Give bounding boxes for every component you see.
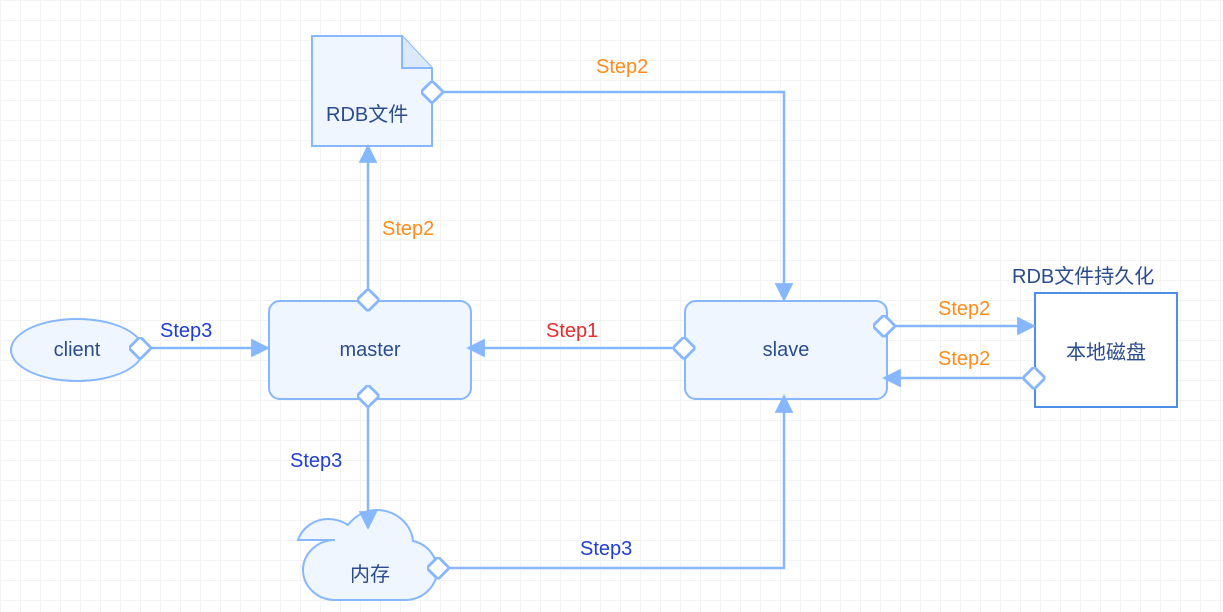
node-rdb-file-label: RDB文件	[326, 98, 408, 127]
edge-label-memory-slave: Step3	[580, 538, 632, 561]
edge-label-step1: Step1	[546, 320, 598, 343]
diagram-canvas: client master slave 本地磁盘 RDB文件持久化	[0, 0, 1223, 612]
edge-label-disk-slave: Step2	[938, 348, 990, 371]
edge-label-master-rdb: Step2	[382, 218, 434, 241]
edge-label-client-master: Step3	[160, 320, 212, 343]
edge-label-slave-disk: Step2	[938, 298, 990, 321]
node-slave: slave	[684, 300, 888, 400]
edge-label-master-memory: Step3	[290, 450, 342, 473]
node-master: master	[268, 300, 472, 400]
edge-label-rdb-slave: Step2	[596, 56, 648, 79]
title-rdb-persist: RDB文件持久化	[1012, 260, 1154, 289]
node-memory-label: 内存	[350, 558, 390, 587]
node-local-disk: 本地磁盘	[1034, 292, 1178, 408]
node-client: client	[10, 318, 144, 382]
